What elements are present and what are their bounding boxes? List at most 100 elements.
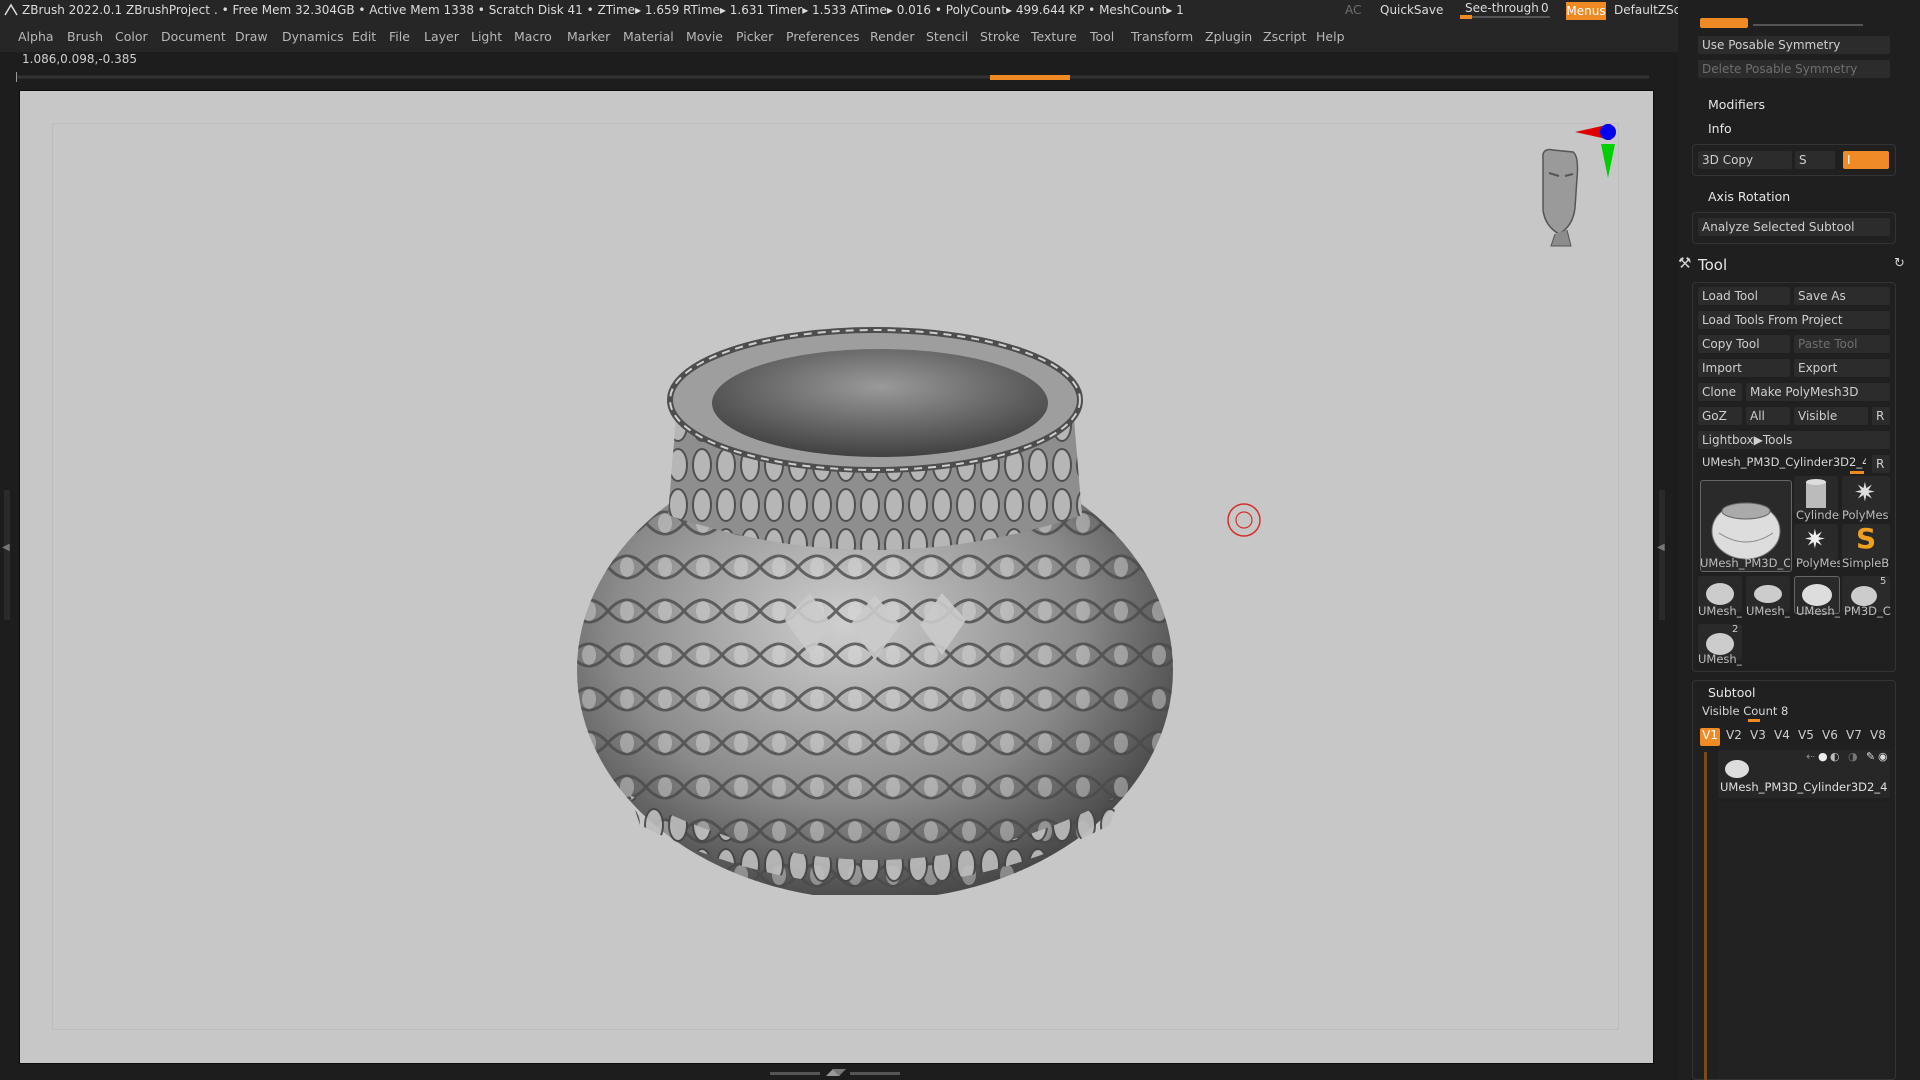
tab-v7[interactable]: V7 <box>1846 728 1862 742</box>
menu-preferences[interactable]: Preferences <box>786 29 860 44</box>
tool-thumb-label: SimpleB <box>1842 556 1890 570</box>
menu-alpha[interactable]: Alpha <box>18 29 54 44</box>
menu-brush[interactable]: Brush <box>67 29 103 44</box>
menu-tool[interactable]: Tool <box>1090 29 1114 44</box>
see-through-slider[interactable] <box>1460 15 1550 19</box>
tool-slider-knob[interactable] <box>1850 471 1864 474</box>
export-button[interactable]: Export <box>1794 359 1890 377</box>
menu-macro[interactable]: Macro <box>514 29 552 44</box>
copy3d-s-button[interactable]: S <box>1795 151 1835 169</box>
bottom-tray-handle[interactable] <box>770 1068 900 1078</box>
modifiers-header[interactable]: Modifiers <box>1708 97 1765 112</box>
make-polymesh3d-button[interactable]: Make PolyMesh3D <box>1746 383 1890 401</box>
lightbox-tools-button[interactable]: Lightbox▶Tools <box>1698 431 1890 449</box>
orientation-head-icon[interactable] <box>1515 118 1635 250</box>
menu-stencil[interactable]: Stencil <box>926 29 968 44</box>
top-shelf-ruler[interactable] <box>16 72 1649 84</box>
shelf-indicator[interactable] <box>990 75 1070 80</box>
stats-readout: . • Free Mem 32.304GB • Active Mem 1338 … <box>214 3 1184 17</box>
dynamic-icon[interactable]: ◐ <box>1830 750 1840 763</box>
goz-r-button[interactable]: R <box>1872 407 1890 425</box>
menu-light[interactable]: Light <box>471 29 502 44</box>
tab-v5[interactable]: V5 <box>1798 728 1814 742</box>
subtool-header[interactable]: Subtool <box>1708 685 1755 700</box>
goz-all-button[interactable]: All <box>1746 407 1790 425</box>
menu-layer[interactable]: Layer <box>424 29 459 44</box>
menu-transform[interactable]: Transform <box>1131 29 1193 44</box>
menu-texture[interactable]: Texture <box>1031 29 1077 44</box>
menu-draw[interactable]: Draw <box>235 29 268 44</box>
solo-icon[interactable]: ◑ <box>1848 750 1858 763</box>
instance-badge: 2 <box>1732 624 1739 635</box>
menu-zscript[interactable]: Zscript <box>1263 29 1306 44</box>
sculpted-vase-model[interactable] <box>570 325 1180 895</box>
tab-v8[interactable]: V8 <box>1870 728 1886 742</box>
left-tray-handle[interactable] <box>4 490 10 620</box>
see-through-label[interactable]: See-through <box>1465 1 1539 15</box>
menus-toggle[interactable]: Menus <box>1566 2 1606 20</box>
eye-icon[interactable]: ◉ <box>1878 750 1888 763</box>
tab-v1[interactable]: V1 <box>1700 728 1720 746</box>
copy-tool-button[interactable]: Copy Tool <box>1698 335 1790 353</box>
partial-slider[interactable] <box>1753 24 1863 26</box>
right-tray-handle[interactable] <box>1659 490 1665 620</box>
menu-document[interactable]: Document <box>161 29 226 44</box>
tab-v6[interactable]: V6 <box>1822 728 1838 742</box>
menu-render[interactable]: Render <box>870 29 915 44</box>
analyze-selected-subtool-button[interactable]: Analyze Selected Subtool <box>1698 218 1890 236</box>
visible-count-slider[interactable]: Visible Count 8 <box>1702 704 1788 718</box>
info-header[interactable]: Info <box>1708 121 1732 136</box>
menu-material[interactable]: Material <box>623 29 674 44</box>
copy3d-value-field[interactable]: I <box>1843 151 1889 169</box>
tool-thumb-simplebrush[interactable]: S <box>1842 522 1890 560</box>
load-tools-from-project-button[interactable]: Load Tools From Project <box>1698 311 1890 329</box>
tool-palette-title[interactable]: Tool <box>1698 256 1727 274</box>
current-tool-name[interactable]: UMesh_PM3D_Cylinder3D2_4 <box>1702 455 1866 469</box>
paste-tool-button[interactable]: Paste Tool <box>1794 335 1890 353</box>
save-as-button[interactable]: Save As <box>1794 287 1890 305</box>
quicksave-button[interactable]: QuickSave <box>1380 3 1443 17</box>
menu-help[interactable]: Help <box>1316 29 1345 44</box>
goz-button[interactable]: GoZ <box>1698 407 1742 425</box>
project-name[interactable]: ZBrushProject <box>126 3 210 17</box>
use-posable-symmetry-button[interactable]: Use Posable Symmetry <box>1698 36 1890 54</box>
menu-color[interactable]: Color <box>115 29 148 44</box>
y-axis-arrow[interactable] <box>1601 144 1615 178</box>
menu-dynamics[interactable]: Dynamics <box>282 29 344 44</box>
delete-posable-symmetry-button[interactable]: Delete Posable Symmetry <box>1698 60 1890 78</box>
tool-thumb-label: UMesh_ <box>1796 604 1840 618</box>
paint-icon[interactable]: ✎ <box>1866 750 1875 763</box>
menu-movie[interactable]: Movie <box>686 29 723 44</box>
brush-arrow-icon[interactable]: ⇠ <box>1806 750 1815 763</box>
tab-v2[interactable]: V2 <box>1726 728 1742 742</box>
load-tool-button[interactable]: Load Tool <box>1698 287 1790 305</box>
expand-right-icon[interactable]: ◀ <box>1657 542 1665 553</box>
tool-thumb-polymesh-star-2[interactable]: ✷ <box>1794 524 1838 560</box>
menu-marker[interactable]: Marker <box>567 29 610 44</box>
ac-label[interactable]: AC <box>1345 3 1361 17</box>
visible-count-knob[interactable] <box>1748 719 1760 722</box>
refresh-icon[interactable]: ↻ <box>1894 256 1905 271</box>
tab-v3[interactable]: V3 <box>1750 728 1766 742</box>
copy3d-button[interactable]: 3D Copy <box>1698 151 1792 169</box>
menu-picker[interactable]: Picker <box>736 29 773 44</box>
clone-button[interactable]: Clone <box>1698 383 1742 401</box>
menu-zplugin[interactable]: Zplugin <box>1205 29 1252 44</box>
tool-thumb-label: UMesh_PM3D_C <box>1700 556 1790 570</box>
tab-v4[interactable]: V4 <box>1774 728 1790 742</box>
goz-visible-button[interactable]: Visible <box>1794 407 1868 425</box>
menu-edit[interactable]: Edit <box>352 29 376 44</box>
current-tool-r-button[interactable]: R <box>1872 455 1890 473</box>
menu-file[interactable]: File <box>389 29 410 44</box>
z-axis-dot[interactable] <box>1600 124 1616 140</box>
slider-knob[interactable] <box>1460 15 1472 19</box>
menu-stroke[interactable]: Stroke <box>980 29 1020 44</box>
subtool-item[interactable]: ⇠ ● ◐ ◑ ✎ ◉ UMesh_PM3D_Cylinder3D2_4 <box>1718 750 1890 798</box>
axis-rotation-header[interactable]: Axis Rotation <box>1708 189 1790 204</box>
tool-thumb-label: UMesh_ <box>1746 604 1790 618</box>
subtool-scrollbar[interactable] <box>1704 752 1707 1080</box>
polypaint-icon[interactable]: ● <box>1818 750 1828 763</box>
partial-active-button[interactable] <box>1700 18 1748 28</box>
expand-left-icon[interactable]: ◀ <box>2 542 10 553</box>
import-button[interactable]: Import <box>1698 359 1790 377</box>
